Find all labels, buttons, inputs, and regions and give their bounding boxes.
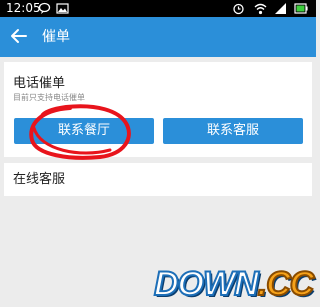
phone-urge-subtitle: 目前只支持电话催单 bbox=[13, 93, 85, 102]
app-header: 催单 bbox=[0, 17, 316, 57]
image-icon bbox=[56, 3, 69, 14]
online-service-row[interactable]: 在线客服 bbox=[4, 163, 312, 196]
battery-icon bbox=[294, 3, 308, 14]
status-bar: 12:05 bbox=[0, 0, 316, 17]
page-title: 催单 bbox=[42, 29, 70, 45]
phone-urge-title: 电话催单 bbox=[13, 76, 66, 91]
wifi-icon bbox=[254, 3, 267, 15]
contact-restaurant-button[interactable]: 联系餐厅 bbox=[14, 118, 154, 144]
signal-icon bbox=[275, 3, 286, 14]
chat-bubble-icon bbox=[38, 2, 51, 14]
status-icons-right bbox=[232, 2, 312, 15]
contact-service-button[interactable]: 联系客服 bbox=[163, 118, 303, 144]
status-time: 12:05 bbox=[6, 1, 41, 15]
phone-urge-card: 电话催单 目前只支持电话催单 联系餐厅 联系客服 bbox=[4, 62, 312, 157]
watermark-text: DOWN.CC bbox=[153, 264, 315, 304]
arrow-left-icon[interactable] bbox=[8, 25, 30, 47]
watermark-logo: DOWN.CC bbox=[153, 260, 315, 304]
online-service-label: 在线客服 bbox=[13, 172, 66, 187]
alarm-icon bbox=[233, 3, 244, 15]
